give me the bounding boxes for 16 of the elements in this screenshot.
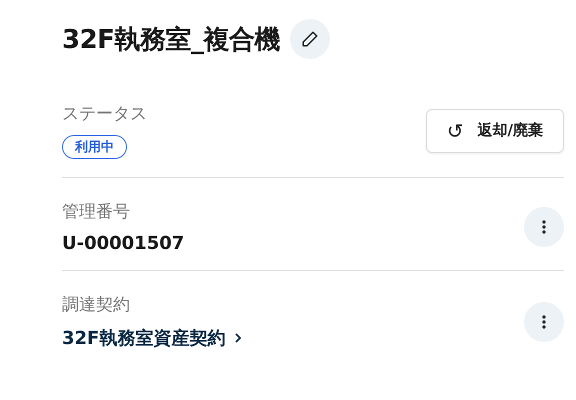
page-title: 32F執務室_複合機: [62, 24, 280, 56]
field-label: 管理番号: [62, 201, 130, 223]
edit-button[interactable]: [290, 19, 330, 59]
pencil-icon: [300, 30, 319, 48]
status-badge: 利用中: [62, 135, 127, 159]
chevron-icon: [233, 332, 244, 344]
field-value: U-00001507: [62, 233, 184, 254]
undo-icon: ↺: [446, 120, 464, 140]
more-button[interactable]: [524, 302, 564, 342]
contract-link[interactable]: 32F執務室資産契約: [62, 326, 244, 350]
return-dispose-button[interactable]: ↺ 返却/廃棄: [426, 108, 564, 152]
field-label: 調達契約: [62, 294, 130, 316]
more-icon: [542, 314, 546, 328]
field-label: ステータス: [62, 103, 147, 125]
more-icon: [542, 220, 546, 234]
more-button[interactable]: [524, 207, 564, 247]
